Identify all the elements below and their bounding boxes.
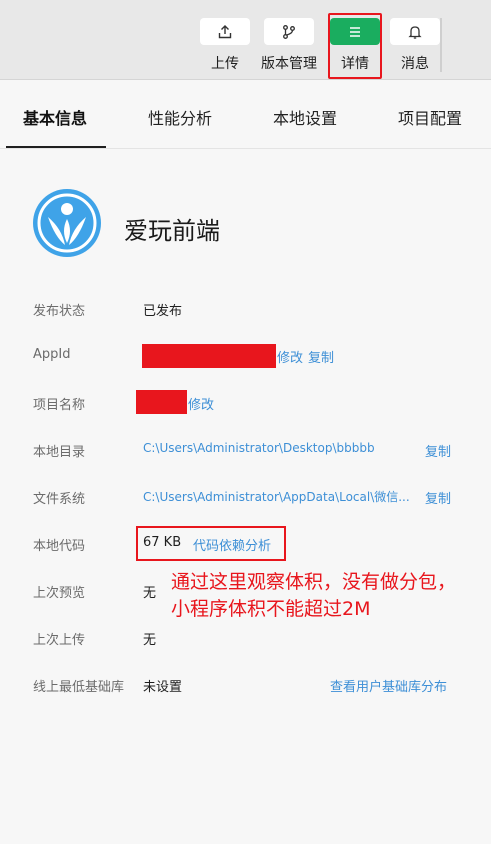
branch-icon xyxy=(264,18,314,45)
project-name-label: 项目名称 xyxy=(33,398,86,413)
code-dependency-analysis-link[interactable]: 代码依赖分析 xyxy=(193,535,271,554)
min-base-lib-value: 未设置 xyxy=(143,680,183,695)
publish-status-value: 已发布 xyxy=(143,304,183,319)
local-dir-copy-link[interactable]: 复制 xyxy=(425,441,451,460)
toolbar-divider xyxy=(440,18,442,72)
min-base-lib-label: 线上最低基础库 xyxy=(33,680,125,695)
appid-modify-link[interactable]: 修改 xyxy=(277,347,303,366)
upload-label: 上传 xyxy=(211,56,239,72)
messages-button[interactable]: 消息 xyxy=(385,18,445,76)
appid-copy-link[interactable]: 复制 xyxy=(308,347,334,366)
local-code-label: 本地代码 xyxy=(33,539,86,554)
last-preview-label: 上次预览 xyxy=(33,586,86,601)
file-system-label: 文件系统 xyxy=(33,492,86,507)
tab-local-settings[interactable]: 本地设置 xyxy=(273,81,337,149)
last-upload-label: 上次上传 xyxy=(33,633,86,648)
details-label: 详情 xyxy=(341,56,369,72)
base-lib-distribution-link[interactable]: 查看用户基础库分布 xyxy=(330,676,447,695)
toolbar: 上传 版本管理 详情 消息 xyxy=(0,0,491,80)
annotation-line-1: 通过这里观察体积，没有做分包， xyxy=(171,571,457,593)
tab-project-config[interactable]: 项目配置 xyxy=(398,81,462,149)
project-name-redacted xyxy=(136,390,187,414)
appid-label: AppId xyxy=(33,347,71,362)
last-upload-value: 无 xyxy=(143,633,157,648)
app-name: 爱玩前端 xyxy=(124,217,220,245)
local-code-size: 67 KB xyxy=(143,535,182,550)
version-management-button[interactable]: 版本管理 xyxy=(259,18,319,76)
project-name-modify-link[interactable]: 修改 xyxy=(188,394,214,413)
details-button[interactable]: 详情 xyxy=(325,18,385,76)
local-dir-path[interactable]: C:\Users\Administrator\Desktop\bbbbb xyxy=(143,441,375,455)
tab-basic-info[interactable]: 基本信息 xyxy=(23,81,87,149)
messages-label: 消息 xyxy=(401,56,429,72)
version-management-label: 版本管理 xyxy=(261,56,317,72)
annotation-line-2: 小程序体积不能超过2M xyxy=(171,598,371,620)
last-preview-value: 无 xyxy=(143,586,157,601)
upload-icon xyxy=(200,18,250,45)
appid-redacted xyxy=(142,344,276,368)
bell-icon xyxy=(390,18,440,45)
menu-icon xyxy=(330,18,380,45)
tab-bar: 基本信息 性能分析 本地设置 项目配置 xyxy=(0,81,491,149)
active-tab-indicator xyxy=(6,146,106,148)
upload-button[interactable]: 上传 xyxy=(195,18,255,76)
file-system-path[interactable]: C:\Users\Administrator\AppData\Local\微信.… xyxy=(143,488,421,505)
local-dir-label: 本地目录 xyxy=(33,445,86,460)
app-logo xyxy=(33,189,101,257)
publish-status-label: 发布状态 xyxy=(33,304,86,319)
tab-performance[interactable]: 性能分析 xyxy=(148,81,212,149)
file-system-copy-link[interactable]: 复制 xyxy=(425,488,451,507)
